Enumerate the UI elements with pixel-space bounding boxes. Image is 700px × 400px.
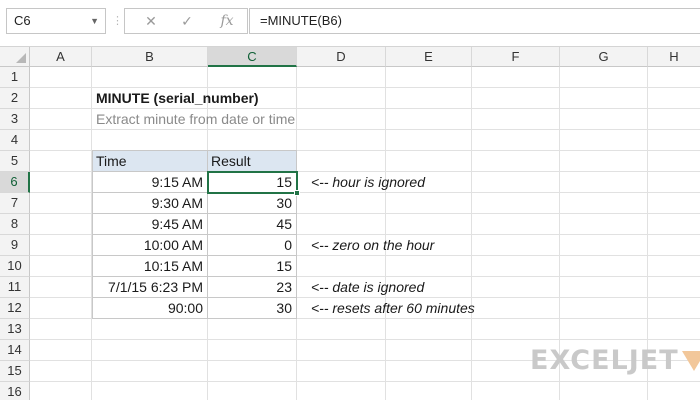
table-cell-time[interactable]: 7/1/15 6:23 PM [92, 277, 208, 298]
grid-line [30, 381, 700, 382]
column-header-f[interactable]: F [472, 47, 560, 67]
logo-text: EXCELJET [530, 345, 679, 376]
note-resets-after-60: <-- resets after 60 minutes [311, 300, 475, 316]
logo-mark-icon [682, 351, 700, 371]
column-header-g[interactable]: G [560, 47, 648, 67]
row-header-9[interactable]: 9 [0, 235, 30, 256]
row-header-16[interactable]: 16 [0, 382, 30, 400]
select-all-icon [16, 53, 26, 63]
table-cell-result[interactable]: 15 [208, 172, 297, 193]
row-header-4[interactable]: 4 [0, 130, 30, 151]
row-header-1[interactable]: 1 [0, 67, 30, 88]
table-cell-result[interactable]: 15 [208, 256, 297, 277]
sheet-subtitle: Extract minute from date or time [96, 111, 296, 127]
column-header-d[interactable]: D [297, 47, 386, 67]
exceljet-logo: EXCELJET [530, 345, 700, 376]
row-header-13[interactable]: 13 [0, 319, 30, 340]
row-header-14[interactable]: 14 [0, 340, 30, 361]
row-header-8[interactable]: 8 [0, 214, 30, 235]
column-header-h[interactable]: H [648, 47, 700, 67]
row-header-7[interactable]: 7 [0, 193, 30, 214]
formula-input[interactable]: =MINUTE(B6) [249, 8, 700, 34]
row-header-12[interactable]: 12 [0, 298, 30, 319]
formula-bar-grip-icon: ⋮ [112, 15, 124, 27]
row-header-6[interactable]: 6 [0, 172, 30, 193]
row-header-11[interactable]: 11 [0, 277, 30, 298]
column-header-a[interactable]: A [30, 47, 92, 67]
table-header-time[interactable]: Time [92, 150, 208, 172]
note-date-ignored: <-- date is ignored [311, 279, 425, 295]
table-cell-time[interactable]: 9:45 AM [92, 214, 208, 235]
table-cell-time[interactable]: 10:15 AM [92, 256, 208, 277]
fill-handle[interactable] [294, 190, 300, 196]
table-cell-time[interactable]: 10:00 AM [92, 235, 208, 256]
table-cell-time[interactable]: 9:15 AM [92, 172, 208, 193]
name-box-dropdown-icon[interactable]: ▼ [90, 9, 99, 33]
table-cell-time[interactable]: 9:30 AM [92, 193, 208, 214]
row-header-15[interactable]: 15 [0, 361, 30, 382]
formula-bar: C6 ▼ ⋮ ✕ ✓ fx =MINUTE(B6) [0, 0, 700, 47]
column-header-e[interactable]: E [386, 47, 472, 67]
sheet-title: MINUTE (serial_number) [96, 90, 259, 106]
cancel-icon[interactable]: ✕ [137, 11, 165, 31]
insert-function-icon[interactable]: fx [213, 11, 241, 31]
column-header-c[interactable]: C [208, 47, 297, 67]
table-cell-result[interactable]: 30 [208, 193, 297, 214]
name-box-value: C6 [14, 13, 31, 28]
note-zero-on-hour: <-- zero on the hour [311, 237, 435, 253]
row-header-3[interactable]: 3 [0, 109, 30, 130]
enter-icon[interactable]: ✓ [173, 11, 201, 31]
row-header-10[interactable]: 10 [0, 256, 30, 277]
formula-buttons: ✕ ✓ fx [124, 8, 248, 34]
row-header-2[interactable]: 2 [0, 88, 30, 109]
table-cell-result[interactable]: 0 [208, 235, 297, 256]
row-header-5[interactable]: 5 [0, 151, 30, 172]
select-all-button[interactable] [0, 47, 30, 67]
table-cell-result[interactable]: 30 [208, 298, 297, 319]
note-hour-ignored: <-- hour is ignored [311, 174, 426, 190]
table-cell-result[interactable]: 23 [208, 277, 297, 298]
grid-line [30, 339, 700, 340]
table-cell-time[interactable]: 90:00 [92, 298, 208, 319]
column-header-b[interactable]: B [92, 47, 208, 67]
table-cell-result[interactable]: 45 [208, 214, 297, 235]
table-header-result[interactable]: Result [208, 150, 297, 172]
name-box[interactable]: C6 ▼ [6, 8, 106, 34]
